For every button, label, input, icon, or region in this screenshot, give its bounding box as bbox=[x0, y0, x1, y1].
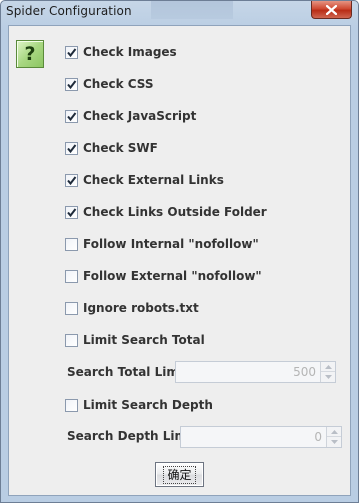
option-check-swf[interactable]: Check SWF bbox=[65, 139, 158, 157]
spinner-down-button[interactable] bbox=[327, 437, 341, 447]
search-total-limit-value: 500 bbox=[293, 365, 316, 379]
spinner-up-button[interactable] bbox=[321, 362, 335, 372]
option-limit-search-depth[interactable]: Limit Search Depth bbox=[65, 396, 213, 414]
ok-button[interactable]: 确定 bbox=[155, 462, 204, 487]
spinner-down-button[interactable] bbox=[321, 372, 335, 382]
option-label: Check SWF bbox=[83, 141, 158, 155]
chevron-down-icon bbox=[324, 375, 332, 379]
option-label: Follow Internal "nofollow" bbox=[83, 237, 259, 251]
search-total-limit-spinner[interactable]: 500 bbox=[175, 361, 336, 383]
chevron-up-icon bbox=[330, 429, 338, 434]
checkmark-icon bbox=[67, 207, 77, 217]
title-bar-blur bbox=[151, 1, 233, 19]
option-label: Check CSS bbox=[83, 77, 154, 91]
option-check-images[interactable]: Check Images bbox=[65, 43, 177, 61]
checkbox[interactable] bbox=[65, 77, 78, 91]
window-title: Spider Configuration bbox=[6, 4, 132, 18]
option-check-links-outside-folder[interactable]: Check Links Outside Folder bbox=[65, 203, 267, 221]
search-total-limit-label: Search Total Limit bbox=[67, 365, 189, 379]
spinner-up-button[interactable] bbox=[327, 427, 341, 437]
search-depth-limit-label: Search Depth Limit bbox=[67, 429, 197, 443]
title-bar[interactable]: Spider Configuration bbox=[1, 1, 358, 24]
checkbox[interactable] bbox=[65, 301, 78, 315]
chevron-up-icon bbox=[324, 364, 332, 369]
checkbox[interactable] bbox=[65, 45, 78, 59]
spinner-arrows bbox=[320, 362, 335, 382]
option-ignore-robots-txt[interactable]: Ignore robots.txt bbox=[65, 299, 199, 317]
option-limit-search-total[interactable]: Limit Search Total bbox=[65, 331, 205, 349]
checkbox[interactable] bbox=[65, 173, 78, 187]
checkbox[interactable] bbox=[65, 205, 78, 219]
spider-configuration-dialog: Spider Configuration ? Check Images Chec… bbox=[0, 0, 359, 503]
checkmark-icon bbox=[67, 79, 77, 89]
chevron-down-icon bbox=[330, 440, 338, 444]
checkmark-icon bbox=[67, 143, 77, 153]
search-depth-limit-value: 0 bbox=[314, 430, 322, 444]
checkbox[interactable] bbox=[65, 398, 78, 412]
checkmark-icon bbox=[67, 175, 77, 185]
option-check-css[interactable]: Check CSS bbox=[65, 75, 154, 93]
option-label: Limit Search Depth bbox=[83, 398, 213, 412]
option-label: Check JavaScript bbox=[83, 109, 197, 123]
checkbox[interactable] bbox=[65, 333, 78, 347]
option-label: Limit Search Total bbox=[83, 333, 205, 347]
option-label: Check Images bbox=[83, 45, 177, 59]
checkbox[interactable] bbox=[65, 269, 78, 283]
checkbox[interactable] bbox=[65, 141, 78, 155]
checkmark-icon bbox=[67, 111, 77, 121]
close-icon bbox=[326, 4, 337, 15]
close-button[interactable] bbox=[311, 1, 352, 19]
option-label: Check Links Outside Folder bbox=[83, 205, 267, 219]
help-icon[interactable]: ? bbox=[16, 40, 44, 68]
ok-button-label: 确定 bbox=[163, 465, 196, 484]
checkbox[interactable] bbox=[65, 109, 78, 123]
checkbox[interactable] bbox=[65, 237, 78, 251]
option-label: Follow External "nofollow" bbox=[83, 269, 262, 283]
option-label: Ignore robots.txt bbox=[83, 301, 199, 315]
option-check-external-links[interactable]: Check External Links bbox=[65, 171, 224, 189]
checkmark-icon bbox=[67, 47, 77, 57]
spinner-arrows bbox=[326, 427, 341, 447]
option-follow-external-nofollow[interactable]: Follow External "nofollow" bbox=[65, 267, 262, 285]
option-check-javascript[interactable]: Check JavaScript bbox=[65, 107, 196, 125]
option-follow-internal-nofollow[interactable]: Follow Internal "nofollow" bbox=[65, 235, 259, 253]
search-depth-limit-spinner[interactable]: 0 bbox=[180, 426, 342, 448]
option-label: Check External Links bbox=[83, 173, 224, 187]
dialog-content: ? Check Images Check CSS Check JavaScrip… bbox=[8, 25, 351, 496]
